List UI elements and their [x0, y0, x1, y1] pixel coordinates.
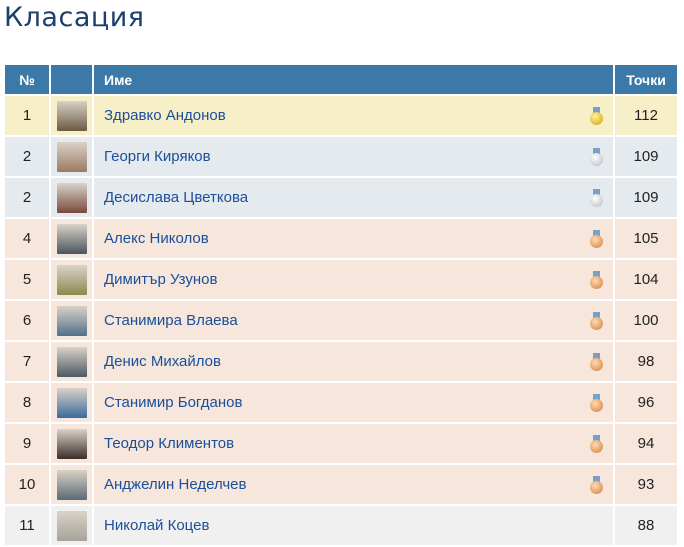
points-cell: 98	[615, 342, 677, 381]
avatar-cell	[51, 465, 92, 504]
name-cell: Теодор Климентов	[94, 424, 613, 463]
rank-cell: 11	[5, 506, 49, 545]
avatar-cell	[51, 383, 92, 422]
user-name-link[interactable]: Теодор Климентов	[104, 435, 234, 452]
avatar[interactable]	[56, 264, 87, 295]
user-name-link[interactable]: Николай Коцев	[104, 517, 209, 534]
name-cell: Здравко Андонов	[94, 96, 613, 135]
avatar[interactable]	[56, 387, 87, 418]
name-cell: Станимир Богданов	[94, 383, 613, 422]
avatar-cell	[51, 178, 92, 217]
table-row: 10 Анджелин Неделчев 93	[5, 465, 677, 504]
rank-cell: 2	[5, 178, 49, 217]
avatar-cell	[51, 506, 92, 545]
points-cell: 100	[615, 301, 677, 340]
avatar-cell	[51, 137, 92, 176]
avatar-cell	[51, 342, 92, 381]
avatar[interactable]	[56, 428, 87, 459]
avatar[interactable]	[56, 182, 87, 213]
bronze-medal-icon	[590, 229, 603, 248]
gold-medal-icon	[590, 106, 603, 125]
table-row: 4 Алекс Николов 105	[5, 219, 677, 258]
rank-cell: 2	[5, 137, 49, 176]
points-cell: 93	[615, 465, 677, 504]
ranking-page: Класация № Име Точки 1 Здравко Андонов 112…	[0, 0, 684, 547]
avatar[interactable]	[56, 141, 87, 172]
header-name: Име	[94, 65, 613, 94]
header-points: Точки	[615, 65, 677, 94]
user-name-link[interactable]: Анджелин Неделчев	[104, 476, 247, 493]
rank-cell: 5	[5, 260, 49, 299]
avatar-cell	[51, 96, 92, 135]
table-header-row: № Име Точки	[5, 65, 677, 94]
avatar[interactable]	[56, 469, 87, 500]
avatar[interactable]	[56, 346, 87, 377]
user-name-link[interactable]: Десислава Цветкова	[104, 189, 248, 206]
avatar[interactable]	[56, 223, 87, 254]
avatar[interactable]	[56, 510, 87, 541]
table-row: 7 Денис Михайлов 98	[5, 342, 677, 381]
points-cell: 94	[615, 424, 677, 463]
table-row: 6 Станимира Влаева 100	[5, 301, 677, 340]
rank-cell: 4	[5, 219, 49, 258]
silver-medal-icon	[590, 147, 603, 166]
name-cell: Денис Михайлов	[94, 342, 613, 381]
name-cell: Николай Коцев	[94, 506, 613, 545]
user-name-link[interactable]: Георги Киряков	[104, 148, 211, 165]
table-row: 9 Теодор Климентов 94	[5, 424, 677, 463]
user-name-link[interactable]: Здравко Андонов	[104, 107, 226, 124]
ranking-table: № Име Точки 1 Здравко Андонов 112 2 Георги К…	[3, 63, 679, 547]
silver-medal-icon	[590, 188, 603, 207]
bronze-medal-icon	[590, 352, 603, 371]
points-cell: 109	[615, 178, 677, 217]
name-cell: Алекс Николов	[94, 219, 613, 258]
user-name-link[interactable]: Станимира Влаева	[104, 312, 238, 329]
table-row: 5 Димитър Узунов 104	[5, 260, 677, 299]
table-row: 1 Здравко Андонов 112	[5, 96, 677, 135]
rank-cell: 10	[5, 465, 49, 504]
rank-cell: 1	[5, 96, 49, 135]
user-name-link[interactable]: Алекс Николов	[104, 230, 209, 247]
avatar[interactable]	[56, 100, 87, 131]
points-cell: 112	[615, 96, 677, 135]
user-name-link[interactable]: Станимир Богданов	[104, 394, 242, 411]
name-cell: Димитър Узунов	[94, 260, 613, 299]
user-name-link[interactable]: Димитър Узунов	[104, 271, 217, 288]
user-name-link[interactable]: Денис Михайлов	[104, 353, 221, 370]
avatar[interactable]	[56, 305, 87, 336]
bronze-medal-icon	[590, 311, 603, 330]
avatar-cell	[51, 424, 92, 463]
avatar-cell	[51, 260, 92, 299]
points-cell: 88	[615, 506, 677, 545]
rank-cell: 9	[5, 424, 49, 463]
rank-cell: 6	[5, 301, 49, 340]
avatar-cell	[51, 301, 92, 340]
page-title: Класация	[4, 2, 145, 33]
name-cell: Анджелин Неделчев	[94, 465, 613, 504]
bronze-medal-icon	[590, 434, 603, 453]
header-rank: №	[5, 65, 49, 94]
points-cell: 109	[615, 137, 677, 176]
ranking-rows: 1 Здравко Андонов 112 2 Георги Киряков 109 2 Де…	[5, 96, 677, 545]
points-cell: 96	[615, 383, 677, 422]
bronze-medal-icon	[590, 270, 603, 289]
header-avatar	[51, 65, 92, 94]
table-row: 2 Георги Киряков 109	[5, 137, 677, 176]
table-row: 11 Николай Коцев 88	[5, 506, 677, 545]
name-cell: Десислава Цветкова	[94, 178, 613, 217]
bronze-medal-icon	[590, 393, 603, 412]
name-cell: Станимира Влаева	[94, 301, 613, 340]
table-row: 2 Десислава Цветкова 109	[5, 178, 677, 217]
table-row: 8 Станимир Богданов 96	[5, 383, 677, 422]
bronze-medal-icon	[590, 475, 603, 494]
avatar-cell	[51, 219, 92, 258]
points-cell: 104	[615, 260, 677, 299]
rank-cell: 8	[5, 383, 49, 422]
name-cell: Георги Киряков	[94, 137, 613, 176]
rank-cell: 7	[5, 342, 49, 381]
points-cell: 105	[615, 219, 677, 258]
